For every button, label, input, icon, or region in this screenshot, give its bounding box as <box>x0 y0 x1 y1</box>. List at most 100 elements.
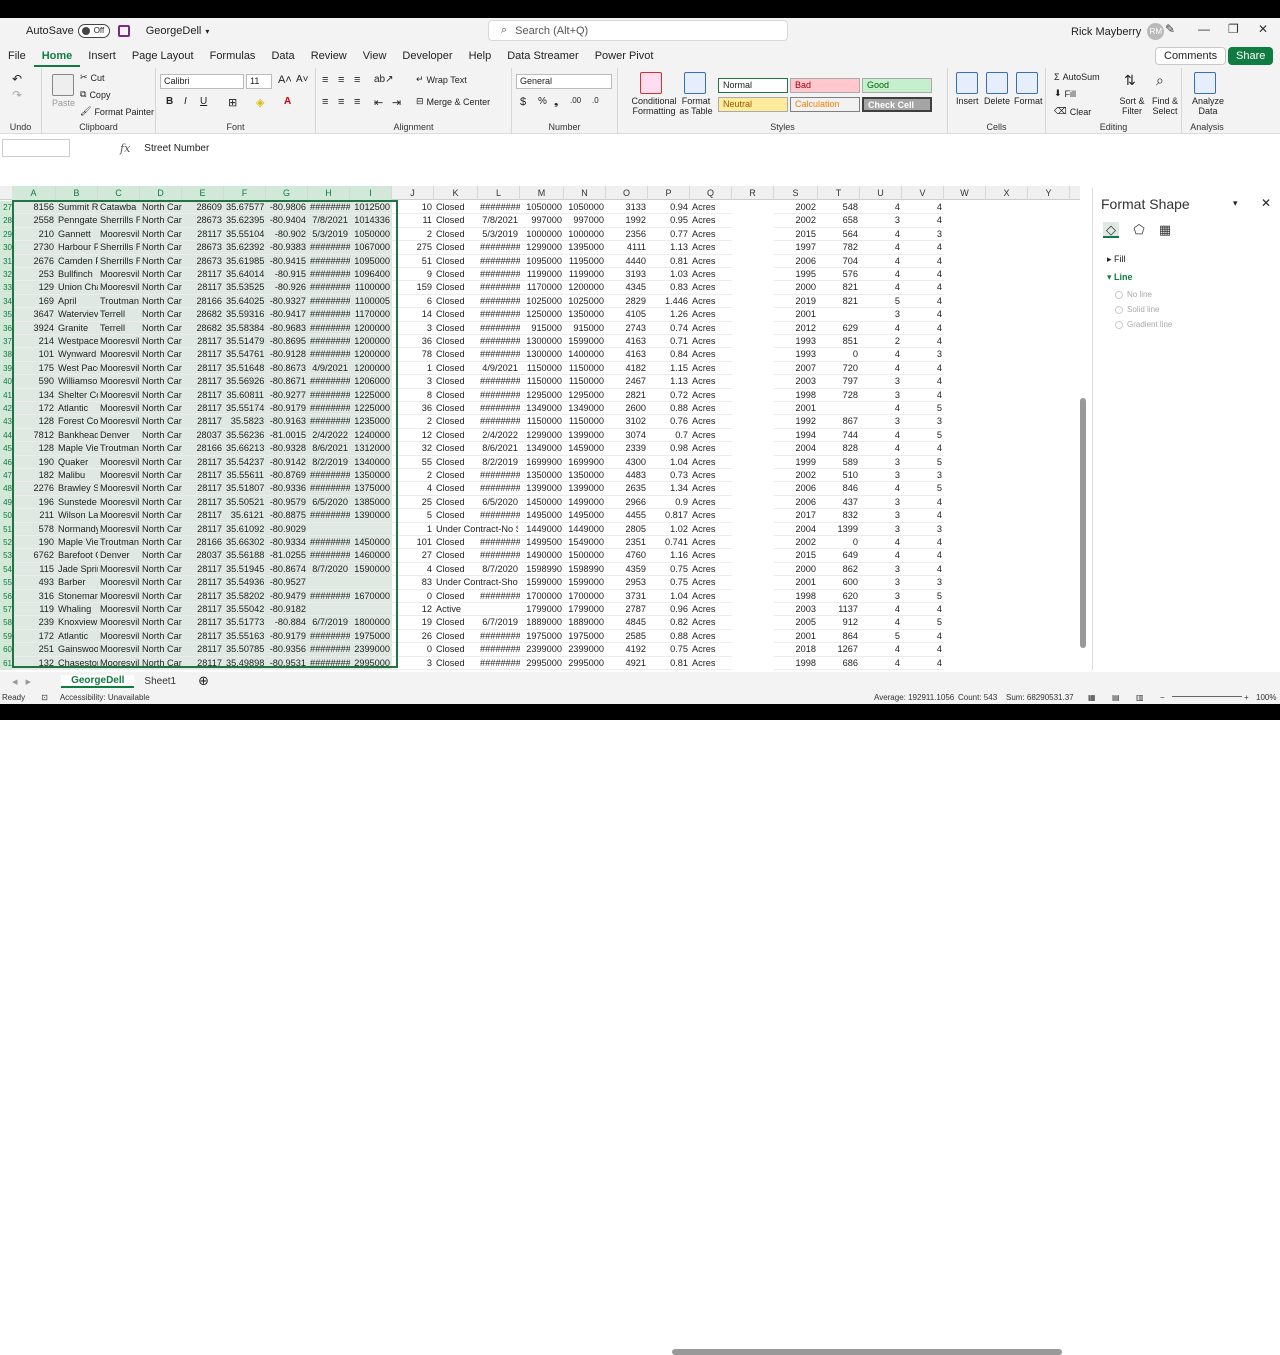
table-cell[interactable]: 1349000 <box>564 402 606 416</box>
table-cell[interactable]: 35.53525 <box>224 281 266 295</box>
table-cell[interactable]: 26 <box>392 630 434 644</box>
number-format-select[interactable]: General <box>516 74 612 89</box>
analyze-data-icon[interactable] <box>1194 72 1216 94</box>
table-cell[interactable]: North Carc <box>140 495 182 510</box>
table-cell[interactable]: 35.56188 <box>224 549 266 563</box>
table-cell[interactable]: 1993 <box>774 335 818 349</box>
paste-icon[interactable] <box>52 74 74 96</box>
row-header[interactable]: 46 <box>0 455 12 469</box>
share-button[interactable]: Share <box>1228 47 1274 65</box>
table-cell[interactable]: 8/7/2020 <box>478 563 520 577</box>
table-cell[interactable]: Maple Vie <box>56 442 98 456</box>
table-cell[interactable]: Stonemar <box>56 589 98 603</box>
table-cell[interactable] <box>308 576 350 590</box>
table-cell[interactable]: 629 <box>818 322 860 335</box>
table-cell[interactable]: 28117 <box>182 335 224 349</box>
table-cell[interactable]: 28166 <box>182 294 224 309</box>
table-cell[interactable]: 851 <box>818 335 860 349</box>
table-cell[interactable]: 239 <box>12 616 56 630</box>
table-cell[interactable]: 28117 <box>182 402 224 416</box>
table-cell[interactable]: North Carc <box>140 603 182 617</box>
table-cell[interactable]: ######## <box>478 348 520 362</box>
table-cell[interactable]: 182 <box>12 469 56 483</box>
table-cell[interactable]: 915000 <box>520 322 564 335</box>
table-cell[interactable]: ######## <box>308 268 350 282</box>
table-cell[interactable]: 0 <box>818 348 860 362</box>
table-cell[interactable]: 1295000 <box>520 389 564 402</box>
comments-button[interactable]: Comments <box>1155 47 1227 65</box>
table-cell[interactable]: 3102 <box>606 415 648 429</box>
table-cell[interactable]: 1050000 <box>520 201 564 215</box>
table-cell[interactable]: 658 <box>818 214 860 228</box>
table-cell[interactable]: 4 <box>860 482 902 496</box>
table-cell[interactable]: 2356 <box>606 228 648 242</box>
table-cell[interactable]: 1460000 <box>350 549 392 563</box>
merge-center-button[interactable]: ⊟ Merge & Center <box>416 96 490 107</box>
table-cell[interactable]: ######## <box>478 255 520 268</box>
table-cell[interactable] <box>350 522 392 536</box>
table-cell[interactable]: 4 <box>860 616 902 630</box>
table-cell[interactable]: North Carc <box>140 576 182 590</box>
table-cell[interactable]: North Carc <box>140 321 182 335</box>
table-cell[interactable]: 1400000 <box>564 348 606 362</box>
table-cell[interactable]: 2676 <box>12 254 56 268</box>
table-cell[interactable]: 6/7/2019 <box>478 616 520 630</box>
table-cell[interactable]: 4 <box>860 657 902 670</box>
row-header[interactable]: 61 <box>0 656 12 670</box>
table-cell[interactable]: 35.62395 <box>224 214 266 228</box>
page-break-icon[interactable]: ▥ <box>1136 693 1144 702</box>
table-cell[interactable]: 862 <box>818 563 860 577</box>
table-cell[interactable]: 2002 <box>774 214 818 228</box>
table-cell[interactable]: ######## <box>478 268 520 282</box>
table-cell[interactable]: 28117 <box>182 603 224 617</box>
table-cell[interactable]: 1800000 <box>350 616 392 630</box>
insert-cells-icon[interactable] <box>956 72 978 94</box>
align-bottom-icon[interactable]: ≡ <box>354 74 360 86</box>
align-left-icon[interactable]: ≡ <box>322 96 328 108</box>
underline-icon[interactable]: U <box>200 96 207 107</box>
table-cell[interactable]: North Carc <box>140 428 182 443</box>
table-cell[interactable]: ######## <box>308 254 350 268</box>
table-cell[interactable]: 8/6/2021 <box>478 442 520 456</box>
name-box[interactable] <box>2 139 70 157</box>
table-cell[interactable]: Acres <box>690 509 732 523</box>
table-cell[interactable]: 590 <box>12 375 56 389</box>
table-cell[interactable]: 1235000 <box>350 415 392 429</box>
table-cell[interactable]: 493 <box>12 576 56 590</box>
table-cell[interactable]: 0 <box>392 590 434 603</box>
table-cell[interactable]: 720 <box>818 362 860 376</box>
table-cell[interactable]: 3 <box>902 228 944 242</box>
table-cell[interactable]: 3 <box>860 576 902 590</box>
table-cell[interactable]: Acres <box>690 362 732 376</box>
table-cell[interactable]: 1206000 <box>350 375 392 389</box>
table-cell[interactable]: 3 <box>860 496 902 510</box>
close-icon[interactable]: ✕ <box>1261 196 1271 210</box>
table-cell[interactable]: North Carc <box>140 375 182 389</box>
table-cell[interactable]: 35.55611 <box>224 469 266 483</box>
table-cell[interactable]: North Carc <box>140 201 182 215</box>
table-cell[interactable]: Brawley S <box>56 482 98 496</box>
table-cell[interactable]: 2003 <box>774 375 818 389</box>
table-cell[interactable]: 169 <box>12 294 56 309</box>
tab-home[interactable]: Home <box>33 45 81 67</box>
table-cell[interactable]: 1050000 <box>350 227 392 242</box>
table-cell[interactable]: North Carc <box>140 335 182 349</box>
orientation-icon[interactable]: ab↗ <box>374 74 394 85</box>
font-size-select[interactable]: 11 <box>246 74 272 89</box>
table-cell[interactable]: 6/7/2019 <box>308 616 350 630</box>
table-cell[interactable]: 704 <box>818 255 860 268</box>
table-cell[interactable]: North Carc <box>140 616 182 630</box>
table-cell[interactable]: 3 <box>392 322 434 335</box>
table-cell[interactable]: 28682 <box>182 321 224 335</box>
row-header[interactable]: 35 <box>0 308 12 322</box>
table-cell[interactable]: 1.16 <box>648 549 690 563</box>
table-cell[interactable]: Acres <box>690 630 732 644</box>
table-cell[interactable]: 4 <box>860 322 902 335</box>
table-cell[interactable]: 578 <box>12 522 56 536</box>
paste-button[interactable]: Paste <box>52 98 75 108</box>
table-cell[interactable]: 28117 <box>182 656 224 670</box>
row-header[interactable]: 40 <box>0 375 12 389</box>
table-cell[interactable]: 1459000 <box>564 442 606 456</box>
table-cell[interactable]: 1095000 <box>350 254 392 268</box>
table-cell[interactable]: 2995000 <box>520 657 564 670</box>
